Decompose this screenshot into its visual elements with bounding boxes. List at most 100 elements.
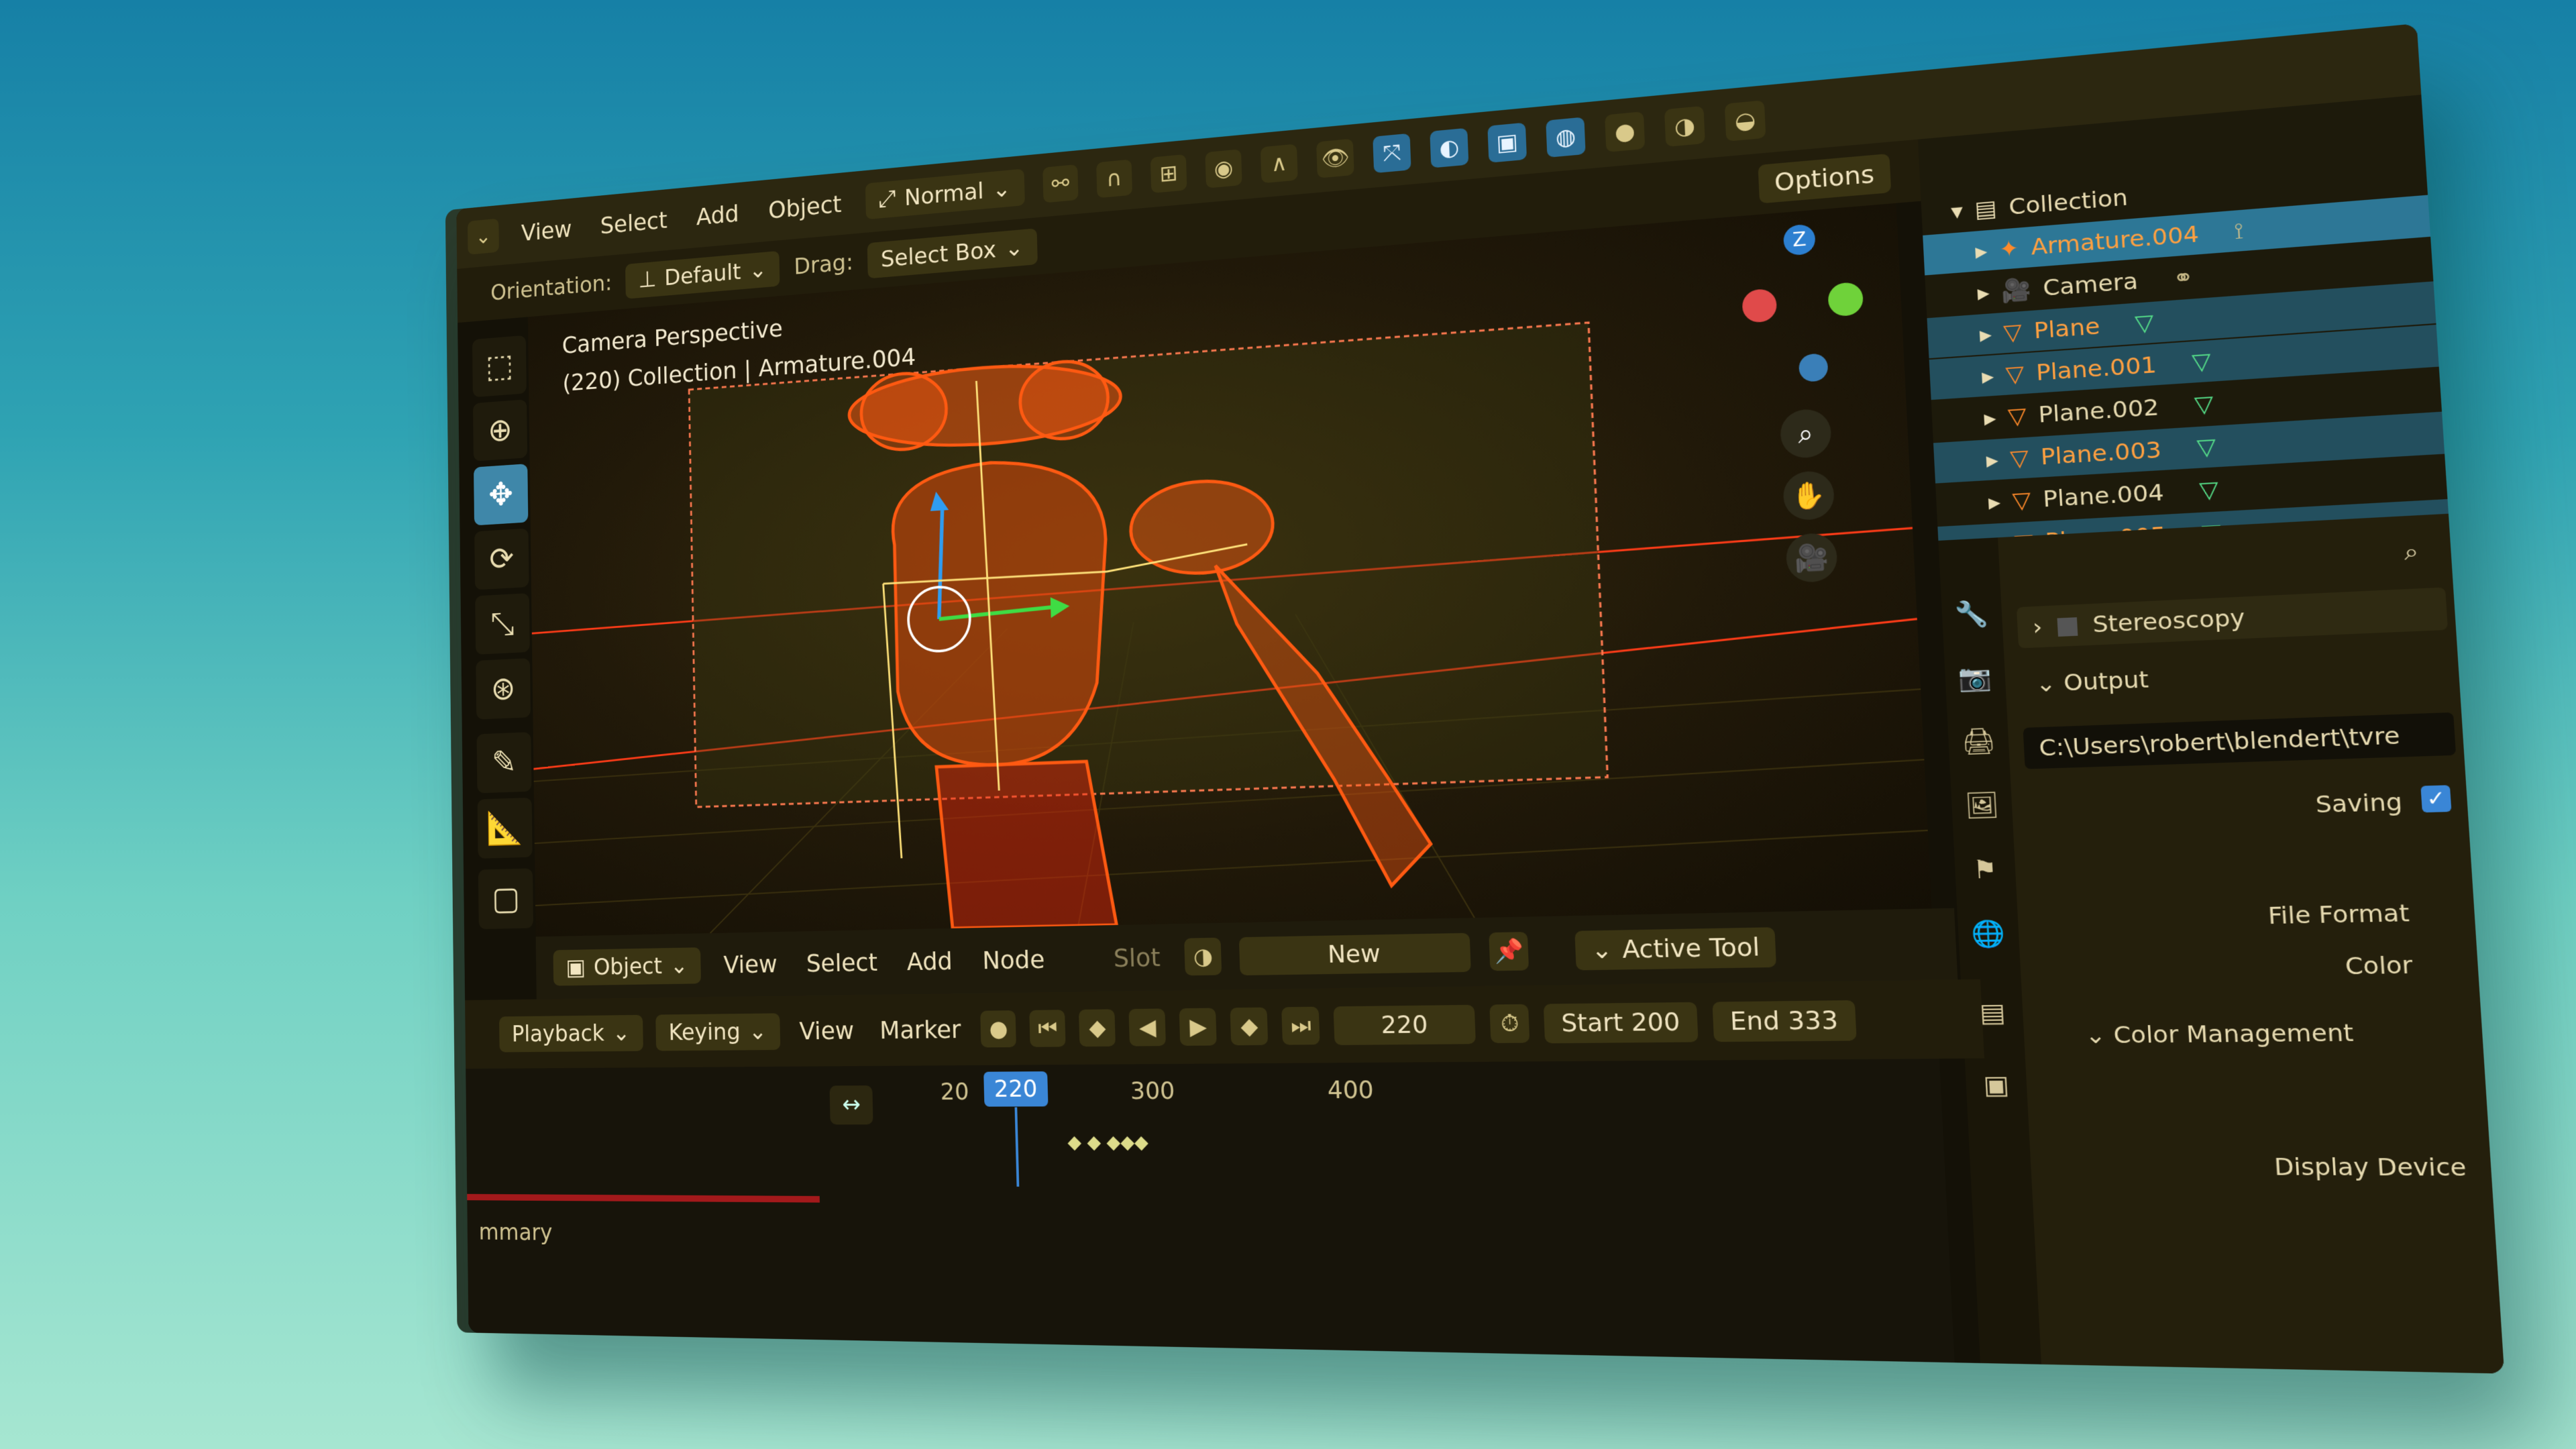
- measure-icon[interactable]: 📐: [478, 798, 533, 859]
- add-cube-icon[interactable]: ▢: [478, 868, 533, 929]
- view-layer-tab-icon[interactable]: 🖼: [1960, 786, 2004, 826]
- object-mode-dropdown[interactable]: ▣ Object ⌄: [553, 947, 701, 985]
- keying-dropdown[interactable]: Keying ⌄: [655, 1013, 780, 1051]
- mesh-data-icon[interactable]: ▽: [2194, 390, 2214, 418]
- expand-triangle-icon[interactable]: ▸: [1988, 488, 2001, 516]
- slot-dropdown[interactable]: Slot: [1107, 943, 1167, 973]
- gizmo-z-label[interactable]: Z: [1783, 223, 1816, 256]
- cursor-icon[interactable]: ⊕: [473, 399, 527, 461]
- mesh-data-icon[interactable]: ▽: [2134, 309, 2154, 337]
- drag-dropdown[interactable]: Select Box ⌄: [867, 228, 1038, 278]
- material-shading-icon[interactable]: ◑: [1664, 106, 1705, 147]
- menu-select[interactable]: Select: [594, 206, 674, 240]
- scale-icon[interactable]: ⤡: [475, 593, 530, 655]
- active-tool-panel[interactable]: ⌄ Active Tool: [1575, 927, 1777, 970]
- overlays-icon[interactable]: ◐: [1430, 128, 1468, 168]
- color-management-label: Color Management: [2112, 1019, 2354, 1049]
- node-menu-view[interactable]: View: [717, 950, 784, 979]
- new-material-button[interactable]: New: [1239, 932, 1471, 975]
- material-sphere-icon[interactable]: ◑: [1185, 938, 1222, 976]
- expand-triangle-icon[interactable]: ▸: [1984, 404, 1997, 431]
- output-tab-icon[interactable]: 🖨: [1957, 722, 2001, 763]
- timeline-menu-view[interactable]: View: [793, 1016, 861, 1045]
- next-keyframe-icon[interactable]: ◆: [1230, 1008, 1269, 1046]
- output-panel-header[interactable]: ⌄ Output: [2020, 653, 2451, 698]
- expand-triangle-icon[interactable]: ▸: [1981, 362, 1994, 390]
- editor-type-icon[interactable]: ⌄: [468, 219, 499, 255]
- output-path-field[interactable]: C:\Users\robert\blendert\tvre: [2023, 712, 2457, 769]
- scene-wireframe: [528, 203, 1932, 937]
- visibility-icon[interactable]: 👁: [1316, 139, 1354, 178]
- link-icon[interactable]: ⚯: [1042, 164, 1078, 203]
- node-menu-add[interactable]: Add: [900, 947, 959, 976]
- gizmo-icon[interactable]: ⤧: [1373, 133, 1411, 174]
- proportional-edit-icon[interactable]: ◉: [1205, 149, 1242, 189]
- object-data-icon[interactable]: ⟟: [2233, 217, 2244, 245]
- solid-shading-icon[interactable]: ●: [1605, 111, 1645, 152]
- options-dropdown[interactable]: Options: [1758, 153, 1892, 203]
- expand-triangle-icon[interactable]: ▸: [1986, 446, 1999, 474]
- timeline-area[interactable]: ↔ 20 300 400 220 ◆ ◆ ◆◆◆ mmary: [466, 1059, 1954, 1362]
- saving-checkbox[interactable]: ✓: [2420, 785, 2451, 812]
- mesh-icon: ▽: [2005, 360, 2025, 388]
- search-icon[interactable]: ⌕: [2014, 536, 2444, 586]
- expand-arrows-icon[interactable]: ↔: [830, 1085, 873, 1124]
- mesh-data-icon[interactable]: ▽: [2196, 433, 2217, 461]
- wireframe-shading-icon[interactable]: ◍: [1546, 117, 1585, 158]
- expand-triangle-icon[interactable]: ▸: [1979, 321, 1992, 348]
- play-reverse-icon[interactable]: ◀: [1129, 1008, 1167, 1046]
- render-tab-icon[interactable]: 📷: [1953, 658, 1997, 700]
- menu-object[interactable]: Object: [762, 190, 848, 225]
- tool-tab-icon[interactable]: 🔧: [1950, 594, 1994, 636]
- object-tab-icon[interactable]: ▣: [1974, 1065, 2019, 1106]
- rotate-icon[interactable]: ⟳: [474, 528, 529, 590]
- expand-triangle-icon[interactable]: ▸: [1974, 237, 1988, 265]
- gizmo-x-ball[interactable]: [1741, 288, 1777, 323]
- start-frame-field[interactable]: Start 200: [1544, 1002, 1698, 1043]
- pin-icon[interactable]: 📌: [1489, 932, 1529, 971]
- jump-start-icon[interactable]: ⏮: [1030, 1010, 1066, 1047]
- transform-pivot-dropdown[interactable]: ⤢ Normal ⌄: [865, 168, 1025, 219]
- object-data-icon[interactable]: ⚭: [2172, 264, 2194, 292]
- rendered-shading-icon[interactable]: ◒: [1725, 100, 1766, 142]
- gizmo-y-ball[interactable]: [1827, 282, 1864, 317]
- stereoscopy-checkbox[interactable]: [2057, 617, 2078, 637]
- jump-end-icon[interactable]: ⏭: [1282, 1007, 1320, 1045]
- node-menu-node[interactable]: Node: [976, 945, 1052, 975]
- play-icon[interactable]: ▶: [1179, 1008, 1217, 1046]
- record-icon[interactable]: ●: [981, 1010, 1017, 1047]
- menu-add[interactable]: Add: [690, 199, 745, 231]
- playhead-line[interactable]: [1015, 1108, 1020, 1187]
- prev-keyframe-icon[interactable]: ◆: [1079, 1009, 1116, 1046]
- move-icon[interactable]: ✥: [474, 464, 528, 525]
- keyframe-diamonds[interactable]: ◆ ◆ ◆◆◆: [1067, 1131, 1148, 1153]
- timeline-menu-marker[interactable]: Marker: [873, 1015, 968, 1044]
- navigation-gizmo[interactable]: Z: [1725, 219, 1876, 394]
- select-box-icon[interactable]: ⬚: [472, 335, 527, 398]
- node-menu-select[interactable]: Select: [800, 948, 883, 977]
- world-tab-icon[interactable]: 🌐: [1966, 914, 2010, 955]
- mesh-icon: ▽: [2009, 444, 2029, 472]
- gizmo-neg-z-ball[interactable]: [1799, 353, 1829, 382]
- end-frame-field[interactable]: End 333: [1712, 1000, 1857, 1041]
- orientation-dropdown[interactable]: ⊥ Default ⌄: [625, 250, 780, 299]
- collapse-triangle-icon[interactable]: ▾: [1950, 198, 1964, 225]
- mesh-data-icon[interactable]: ▽: [2198, 476, 2219, 504]
- falloff-icon[interactable]: ∧: [1260, 144, 1298, 183]
- current-frame-field[interactable]: 220: [1334, 1004, 1476, 1044]
- snap-icon[interactable]: ∩: [1096, 159, 1132, 198]
- playhead-label[interactable]: 220: [983, 1071, 1048, 1107]
- xray-icon[interactable]: ▣: [1487, 123, 1527, 163]
- stopwatch-icon[interactable]: ⏱: [1490, 1004, 1530, 1043]
- 3d-viewport[interactable]: Camera Perspective (220) Collection | Ar…: [528, 203, 1932, 937]
- snap-target-icon[interactable]: ⊞: [1150, 154, 1187, 193]
- color-management-panel[interactable]: ⌄ Color Management: [2039, 1018, 2475, 1049]
- stereoscopy-panel[interactable]: › Stereoscopy: [2017, 587, 2448, 648]
- annotate-icon[interactable]: ✎: [477, 732, 532, 793]
- transform-icon[interactable]: ⊛: [476, 658, 531, 720]
- menu-view[interactable]: View: [515, 215, 578, 247]
- playback-dropdown[interactable]: Playback ⌄: [499, 1014, 643, 1052]
- scene-tab-icon[interactable]: ⚑: [1963, 850, 2007, 891]
- mesh-data-icon[interactable]: ▽: [2191, 347, 2212, 376]
- expand-triangle-icon[interactable]: ▸: [1977, 279, 1990, 307]
